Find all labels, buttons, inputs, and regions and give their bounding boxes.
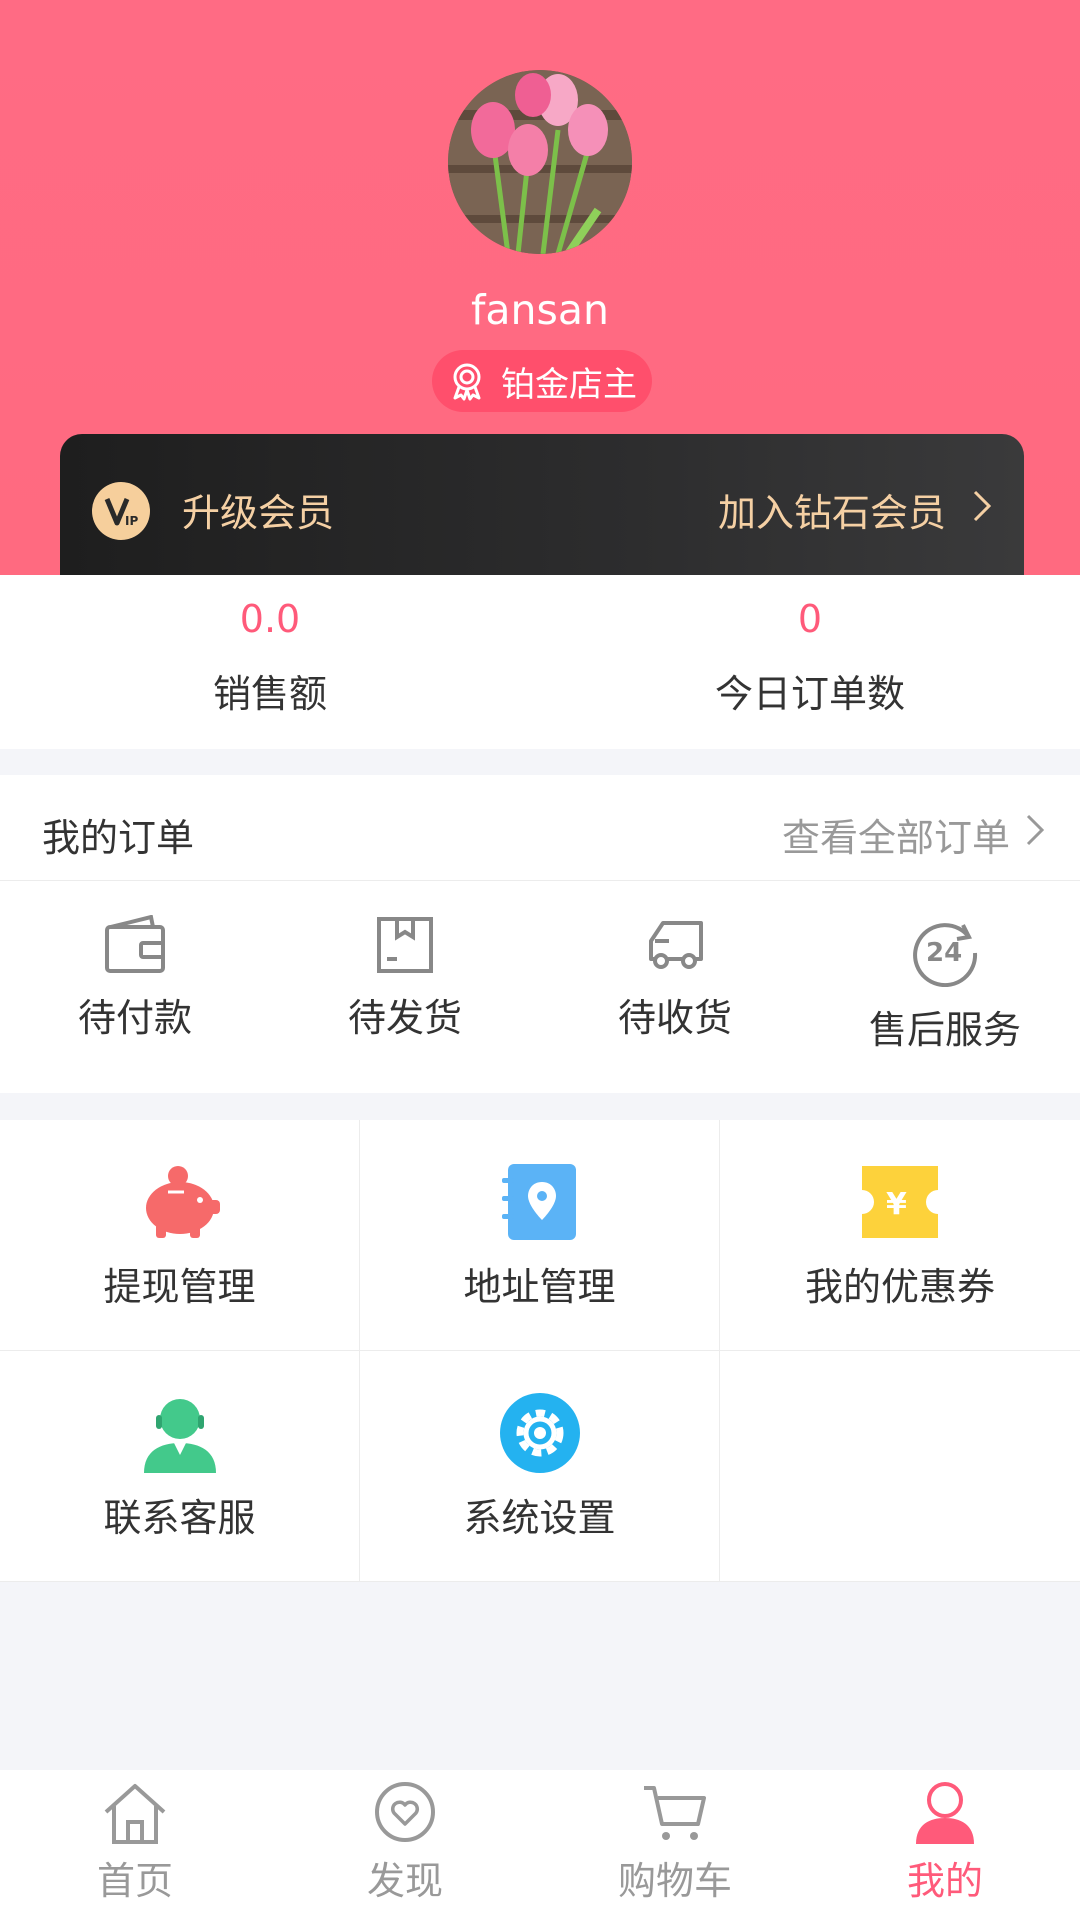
profile-header: fansan 铂金店主 IP 升级会员 加入钻石会员 xyxy=(0,0,1080,575)
svg-text:IP: IP xyxy=(125,514,138,528)
join-diamond-link[interactable]: 加入钻石会员 xyxy=(718,482,946,537)
address-management[interactable]: 地址管理 xyxy=(360,1120,720,1351)
24h-icon: 24 xyxy=(913,923,978,988)
view-all-orders-link[interactable]: 查看全部订单 xyxy=(782,807,1010,862)
vip-icon: IP xyxy=(92,482,150,540)
order-after-sales-label: 售后服务 xyxy=(868,1008,1021,1052)
empty-cell xyxy=(720,1351,1080,1582)
wallet-icon xyxy=(105,914,165,973)
username: fansan xyxy=(470,286,609,334)
svg-text:24: 24 xyxy=(926,938,962,968)
system-settings[interactable]: 系统设置 xyxy=(360,1351,720,1582)
level-label: 铂金店主 xyxy=(501,364,637,405)
tab-home[interactable]: 首页 xyxy=(0,1780,270,1905)
order-pending-payment-label: 待付款 xyxy=(77,996,192,1040)
vip-upgrade-card[interactable]: IP 升级会员 加入钻石会员 xyxy=(60,434,1024,575)
tab-cart-label: 购物车 xyxy=(617,1859,732,1903)
contact-customer-service[interactable]: 联系客服 xyxy=(0,1351,360,1582)
chevron-right-icon xyxy=(1026,814,1045,846)
home-icon xyxy=(104,1784,166,1844)
my-coupons-label: 我的优惠券 xyxy=(804,1265,995,1309)
order-pending-receipt-label: 待收货 xyxy=(617,996,732,1040)
tab-cart[interactable]: 购物车 xyxy=(540,1780,810,1905)
my-coupons[interactable]: ¥ 我的优惠券 xyxy=(720,1120,1080,1351)
tab-mine[interactable]: 我的 xyxy=(810,1780,1080,1905)
tab-mine-label: 我的 xyxy=(906,1859,983,1903)
order-pending-shipment-label: 待发货 xyxy=(347,996,462,1040)
address-book-icon xyxy=(501,1164,576,1240)
award-icon xyxy=(453,363,481,401)
tab-discover-label: 发现 xyxy=(366,1859,443,1903)
user-icon xyxy=(916,1782,974,1844)
withdraw-management-label: 提现管理 xyxy=(103,1265,256,1309)
stat-sales-label: 销售额 xyxy=(212,672,327,716)
svg-text:¥: ¥ xyxy=(886,1187,907,1222)
coupon-icon: ¥ xyxy=(862,1166,938,1238)
tab-discover[interactable]: 发现 xyxy=(270,1780,540,1905)
tab-home-label: 首页 xyxy=(96,1859,173,1903)
contact-customer-service-label: 联系客服 xyxy=(103,1496,256,1540)
stat-orders-label: 今日订单数 xyxy=(714,672,905,716)
order-pending-receipt[interactable]: 待收货 xyxy=(540,915,810,1042)
discover-icon xyxy=(375,1782,435,1842)
settings-icon xyxy=(499,1393,580,1473)
orders-header[interactable]: 我的订单 查看全部订单 xyxy=(0,775,1080,881)
truck-icon xyxy=(649,921,703,969)
stats-panel: 0.0 销售额 0 今日订单数 xyxy=(0,575,1080,749)
stat-sales[interactable]: 0.0 销售额 xyxy=(0,575,540,718)
tools-grid: 提现管理 地址管理 ¥ 我的优惠券 联系客服 系统设置 xyxy=(0,1120,1080,1582)
piggy-bank-icon xyxy=(145,1166,220,1238)
stat-today-orders[interactable]: 0 今日订单数 xyxy=(540,575,1080,718)
stat-orders-value: 0 xyxy=(797,597,823,641)
order-after-sales[interactable]: 24 售后服务 xyxy=(810,915,1080,1054)
customer-service-icon xyxy=(143,1399,216,1473)
cart-icon xyxy=(644,1786,706,1840)
order-pending-shipment[interactable]: 待发货 xyxy=(270,915,540,1042)
system-settings-label: 系统设置 xyxy=(463,1496,616,1540)
bottom-tab-bar: 首页 发现 购物车 我的 xyxy=(0,1770,1080,1920)
box-icon xyxy=(377,917,433,973)
my-orders-section: 我的订单 查看全部订单 待付款 待发货 待收货 24 售后服务 xyxy=(0,775,1080,1093)
orders-title: 我的订单 xyxy=(42,816,195,860)
withdraw-management[interactable]: 提现管理 xyxy=(0,1120,360,1351)
stat-sales-value: 0.0 xyxy=(239,597,301,641)
avatar[interactable] xyxy=(448,70,632,254)
address-management-label: 地址管理 xyxy=(463,1265,616,1309)
vip-upgrade-label: 升级会员 xyxy=(182,491,335,535)
order-pending-payment[interactable]: 待付款 xyxy=(0,914,270,1042)
chevron-right-icon xyxy=(973,490,992,522)
level-badge: 铂金店主 xyxy=(432,350,652,412)
